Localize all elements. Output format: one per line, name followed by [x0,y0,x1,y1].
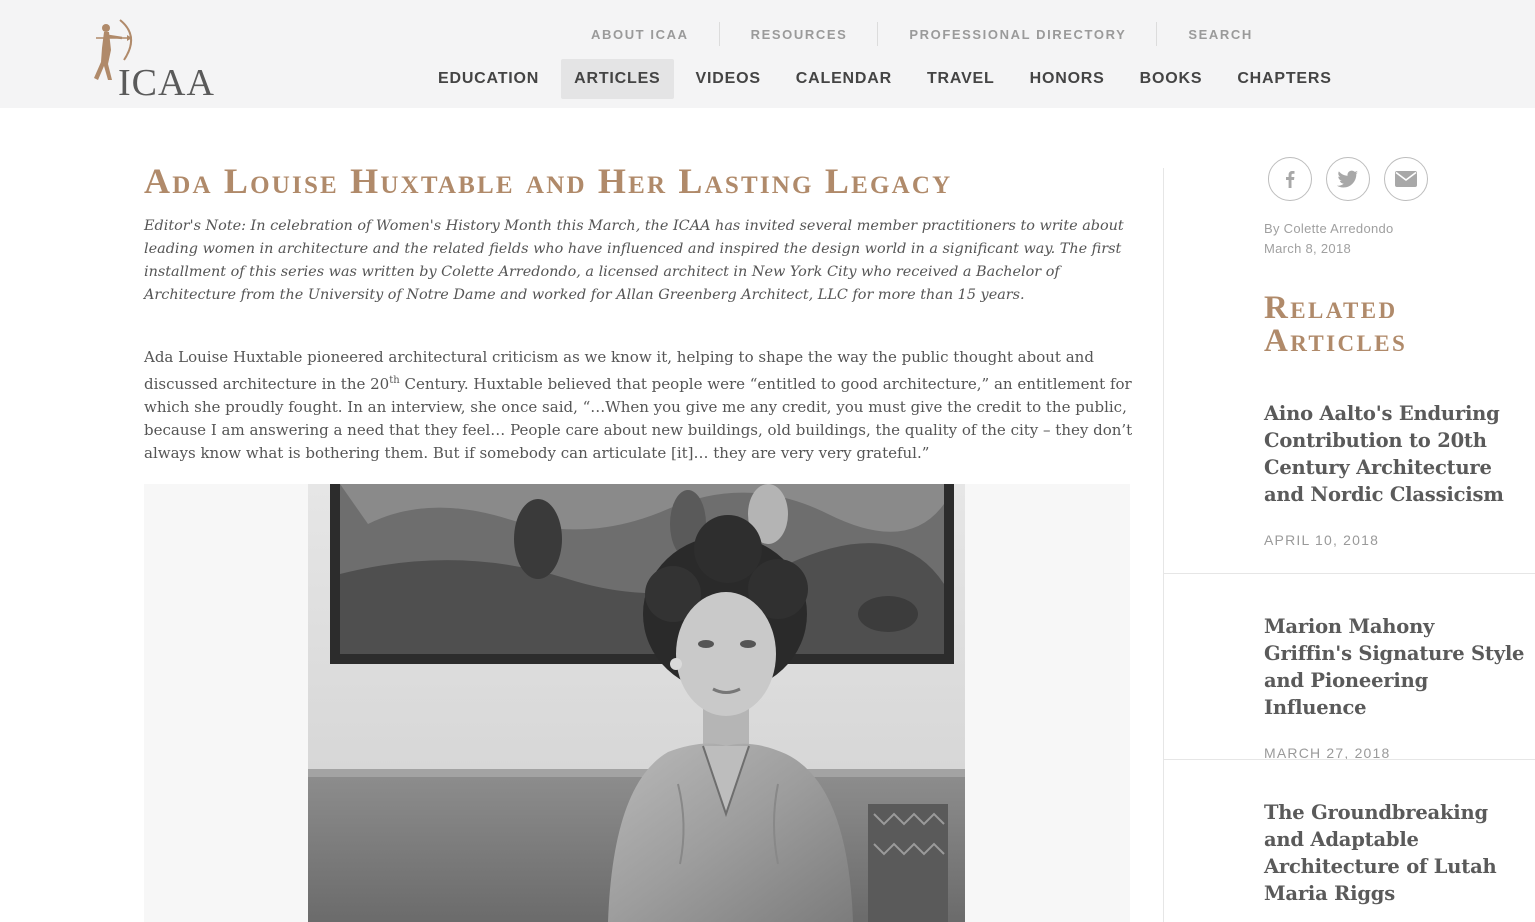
related-divider [1164,759,1535,760]
related-article[interactable]: Aino Aalto's Enduring Contribution to 20… [1264,400,1526,548]
article-photo-frame [144,484,1130,922]
related-articles-heading: Related Articles [1264,290,1408,359]
related-divider [1164,573,1535,574]
email-icon [1395,171,1417,187]
sidebar-divider [1163,168,1164,922]
article-byline: By Colette Arredondo March 8, 2018 [1264,219,1394,259]
nav-travel[interactable]: TRAVEL [914,59,1008,99]
twitter-icon [1337,170,1358,188]
nav-about-icaa[interactable]: ABOUT ICAA [570,27,719,42]
nav-honors[interactable]: HONORS [1017,59,1118,99]
related-article-title[interactable]: Marion Mahony Griffin's Signature Style … [1264,613,1526,721]
nav-videos[interactable]: VIDEOS [683,59,774,99]
logo-text: ICAA [118,62,215,104]
facebook-icon [1286,171,1295,188]
twitter-share-button[interactable] [1326,157,1370,201]
nav-chapters[interactable]: CHAPTERS [1224,59,1344,99]
icaa-logo[interactable]: ICAA [84,14,234,102]
portrait-image [308,484,965,922]
related-article[interactable]: The Groundbreaking and Adaptable Archite… [1264,799,1526,907]
nav-articles[interactable]: ARTICLES [561,59,674,99]
related-article-date: APRIL 10, 2018 [1264,532,1380,548]
article-photo [308,484,965,922]
related-article[interactable]: Marion Mahony Griffin's Signature Style … [1264,613,1526,761]
facebook-share-button[interactable] [1268,157,1312,201]
article-title: Ada Louise Huxtable and Her Lasting Lega… [144,161,953,201]
article-body: Ada Louise Huxtable pioneered architectu… [144,346,1134,465]
nav-books[interactable]: BOOKS [1127,59,1216,99]
email-share-button[interactable] [1384,157,1428,201]
ordinal-suffix: th [389,375,400,386]
byline-author: By Colette Arredondo [1264,221,1394,236]
utility-nav: ABOUT ICAA RESOURCES PROFESSIONAL DIRECT… [570,22,1253,46]
byline-date: March 8, 2018 [1264,241,1352,256]
nav-resources[interactable]: RESOURCES [720,27,878,42]
nav-education[interactable]: EDUCATION [425,59,552,99]
related-article-title[interactable]: The Groundbreaking and Adaptable Archite… [1264,799,1526,907]
related-article-title[interactable]: Aino Aalto's Enduring Contribution to 20… [1264,400,1526,508]
editor-note: Editor's Note: In celebration of Women's… [144,218,1124,303]
main-nav: EDUCATION ARTICLES VIDEOS CALENDAR TRAVE… [425,59,1345,99]
site-header: ICAA ABOUT ICAA RESOURCES PROFESSIONAL D… [0,0,1535,108]
nav-calendar[interactable]: CALENDAR [783,59,905,99]
nav-professional-directory[interactable]: PROFESSIONAL DIRECTORY [878,27,1156,42]
nav-search[interactable]: SEARCH [1157,27,1253,42]
